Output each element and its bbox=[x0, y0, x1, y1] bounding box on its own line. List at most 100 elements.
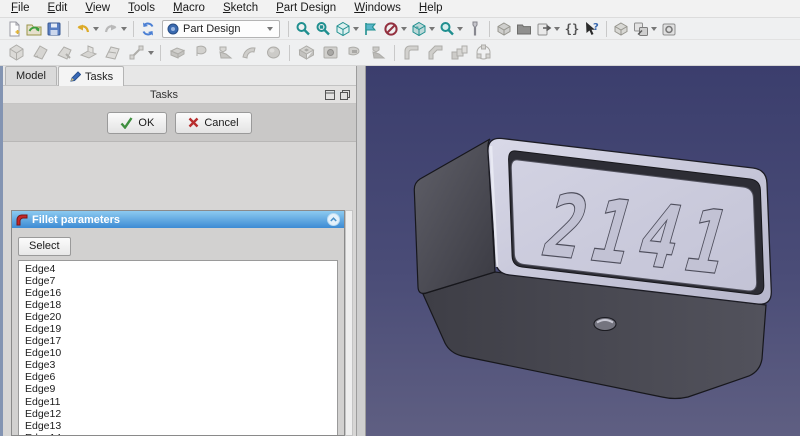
edge-list[interactable]: Edge4 Edge7 Edge16 Edge18 Edge20 Edge19 … bbox=[18, 259, 338, 435]
menu-view[interactable]: View bbox=[76, 0, 119, 17]
edge-list-item[interactable]: Edge3 bbox=[25, 359, 337, 371]
linear-pattern-icon[interactable] bbox=[447, 41, 471, 65]
refresh-icon[interactable] bbox=[138, 19, 158, 39]
edge-list-item[interactable]: Edge11 bbox=[25, 396, 337, 408]
fit-selection-icon[interactable] bbox=[313, 19, 333, 39]
3d-viewport[interactable]: 2141 bbox=[366, 66, 800, 436]
menu-sketch[interactable]: Sketch bbox=[214, 0, 267, 17]
combo-view-panel: Model Tasks Tasks OK Cancel Fillet param… bbox=[3, 66, 356, 436]
hole-icon[interactable] bbox=[318, 41, 342, 65]
edit-sketch-icon[interactable] bbox=[52, 41, 76, 65]
edge-list-item[interactable]: Edge16 bbox=[25, 287, 337, 299]
create-sketch-icon[interactable] bbox=[28, 41, 52, 65]
appearance-cube-icon[interactable] bbox=[409, 19, 429, 39]
fillet-parameters-title: Fillet parameters bbox=[32, 213, 121, 226]
float-icon[interactable] bbox=[340, 89, 350, 100]
pocket-icon[interactable] bbox=[294, 41, 318, 65]
cancel-button[interactable]: Cancel bbox=[175, 111, 252, 134]
edge-list-item[interactable]: Edge17 bbox=[25, 335, 337, 347]
export-dropdown-icon[interactable] bbox=[554, 26, 560, 31]
workbench-selector[interactable]: Part Design bbox=[162, 19, 280, 38]
link-group-icon[interactable] bbox=[659, 19, 679, 39]
groove-icon[interactable] bbox=[342, 41, 366, 65]
measure-icon[interactable] bbox=[465, 19, 485, 39]
edge-list-item[interactable]: Edge13 bbox=[25, 420, 337, 432]
edge-list-item[interactable]: Edge18 bbox=[25, 299, 337, 311]
clock-left-face[interactable] bbox=[413, 138, 496, 294]
edge-list-item[interactable]: Edge12 bbox=[25, 408, 337, 420]
cancel-button-label: Cancel bbox=[204, 116, 239, 129]
draw-style-dropdown-icon[interactable] bbox=[401, 26, 407, 31]
select-button[interactable]: Select bbox=[18, 236, 71, 256]
panel-splitter[interactable] bbox=[356, 66, 366, 436]
freecad-window: File Edit View Tools Macro Sketch Part D… bbox=[0, 0, 800, 436]
fillet-parameters-header[interactable]: Fillet parameters bbox=[12, 211, 344, 228]
new-file-icon[interactable] bbox=[4, 19, 24, 39]
revolution-icon[interactable] bbox=[189, 41, 213, 65]
additive-pipe-icon[interactable] bbox=[237, 41, 261, 65]
ok-button-label: OK bbox=[138, 116, 155, 129]
additive-loft-icon[interactable] bbox=[213, 41, 237, 65]
chamfer-icon[interactable] bbox=[423, 41, 447, 65]
standard-toolbar: Part Design {} ? bbox=[0, 18, 800, 40]
menu-windows[interactable]: Windows bbox=[345, 0, 410, 17]
zoom-tools-icon[interactable] bbox=[437, 19, 457, 39]
map-sketch-icon[interactable] bbox=[76, 41, 100, 65]
part-shape-icon[interactable] bbox=[494, 19, 514, 39]
open-file-icon[interactable] bbox=[24, 19, 44, 39]
create-datum-line-icon[interactable] bbox=[124, 41, 148, 65]
collapse-chevron-icon[interactable] bbox=[327, 213, 340, 226]
edge-list-item[interactable]: Edge10 bbox=[25, 347, 337, 359]
fillet-parameters-box: Fillet parameters Select Edge4 Edge7 Edg… bbox=[11, 210, 345, 436]
additive-box-icon[interactable] bbox=[261, 41, 285, 65]
export-icon[interactable] bbox=[534, 19, 554, 39]
menu-macro[interactable]: Macro bbox=[164, 0, 214, 17]
task-dialog-buttons: OK Cancel bbox=[3, 104, 356, 142]
dock-icon[interactable] bbox=[325, 89, 335, 100]
whats-this-icon[interactable]: ? bbox=[582, 19, 602, 39]
datum-dropdown-icon[interactable] bbox=[148, 50, 154, 55]
axonometric-cube-icon[interactable] bbox=[333, 19, 353, 39]
fillet-icon-disabled[interactable] bbox=[399, 41, 423, 65]
expression-braces-icon[interactable]: {} bbox=[562, 19, 582, 39]
task-panel-scrollbar[interactable] bbox=[345, 210, 353, 436]
edge-list-item[interactable]: Edge20 bbox=[25, 311, 337, 323]
tab-tasks[interactable]: Tasks bbox=[57, 66, 125, 86]
make-link-icon[interactable] bbox=[631, 19, 651, 39]
group-folder-icon[interactable] bbox=[514, 19, 534, 39]
undo-dropdown-icon[interactable] bbox=[93, 26, 99, 31]
clock-model[interactable]: 2141 bbox=[366, 66, 800, 436]
toolbar-separator bbox=[68, 20, 69, 37]
fit-all-icon[interactable] bbox=[293, 19, 313, 39]
menu-file[interactable]: File bbox=[2, 0, 39, 17]
menu-edit[interactable]: Edit bbox=[39, 0, 77, 17]
toolbar-separator bbox=[289, 44, 290, 61]
edge-list-item[interactable]: Edge6 bbox=[25, 371, 337, 383]
ok-button[interactable]: OK bbox=[107, 111, 168, 134]
view-plane-icon[interactable] bbox=[361, 19, 381, 39]
view-dropdown-icon[interactable] bbox=[353, 26, 359, 31]
appearance-dropdown-icon[interactable] bbox=[429, 26, 435, 31]
menu-help[interactable]: Help bbox=[410, 0, 452, 17]
pad-icon[interactable] bbox=[165, 41, 189, 65]
menu-tools[interactable]: Tools bbox=[119, 0, 164, 17]
save-icon[interactable] bbox=[44, 19, 64, 39]
edge-list-item[interactable]: Edge7 bbox=[25, 275, 337, 287]
menu-part-design[interactable]: Part Design bbox=[267, 0, 345, 17]
create-datum-plane-icon[interactable] bbox=[100, 41, 124, 65]
link-dropdown-icon[interactable] bbox=[651, 26, 657, 31]
edge-list-item[interactable]: Edge19 bbox=[25, 323, 337, 335]
undo-icon[interactable] bbox=[73, 19, 93, 39]
subtractive-loft-icon[interactable] bbox=[366, 41, 390, 65]
redo-dropdown-icon[interactable] bbox=[121, 26, 127, 31]
redo-icon[interactable] bbox=[101, 19, 121, 39]
zoom-dropdown-icon[interactable] bbox=[457, 26, 463, 31]
draw-style-icon[interactable] bbox=[381, 19, 401, 39]
edge-list-item[interactable]: Edge9 bbox=[25, 383, 337, 395]
tab-model[interactable]: Model bbox=[5, 66, 57, 85]
create-part-icon[interactable] bbox=[611, 19, 631, 39]
edge-list-item[interactable]: Edge14 bbox=[25, 432, 337, 435]
polar-pattern-icon[interactable] bbox=[471, 41, 495, 65]
edge-list-item[interactable]: Edge4 bbox=[25, 263, 337, 275]
create-body-icon[interactable] bbox=[4, 41, 28, 65]
